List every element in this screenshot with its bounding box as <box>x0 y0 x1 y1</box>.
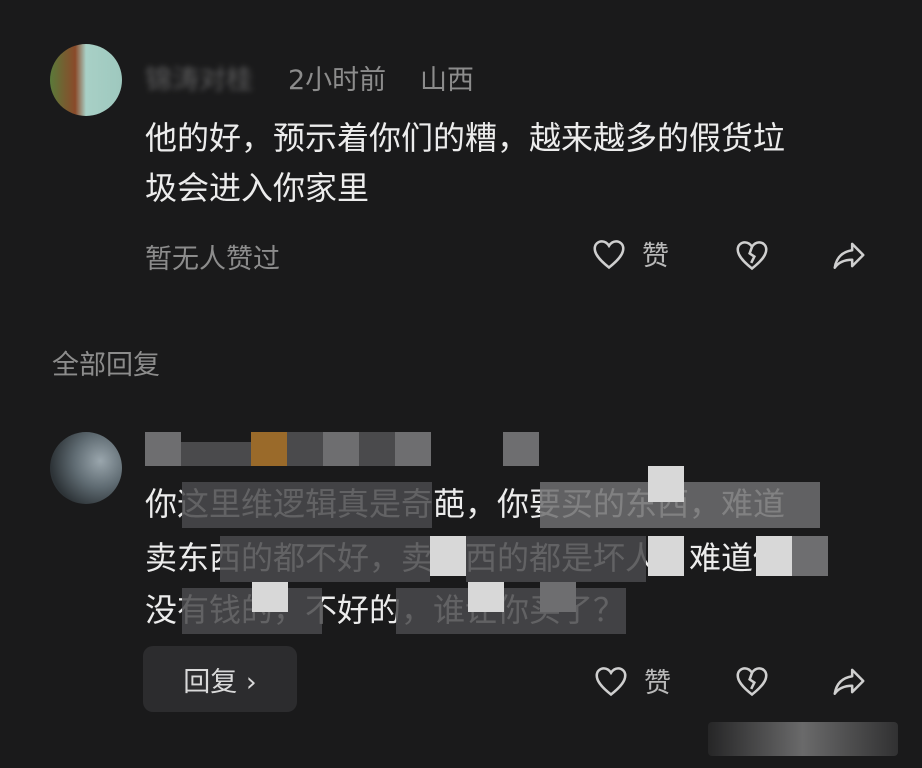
reply-username-redacted <box>145 432 545 466</box>
like-label: 赞 <box>644 668 671 699</box>
like-button[interactable]: 赞 <box>590 234 669 273</box>
comment-text-line2: 圾会进入你家里 <box>145 169 370 207</box>
heart-icon <box>590 235 628 273</box>
avatar[interactable] <box>50 44 122 116</box>
broken-heart-icon[interactable] <box>733 236 771 274</box>
avatar[interactable] <box>50 432 122 504</box>
share-icon[interactable] <box>830 236 868 274</box>
watermark <box>708 722 898 756</box>
likes-status: 暂无人赞过 <box>145 244 280 275</box>
username[interactable]: 锦涛对桂 <box>145 58 275 92</box>
heart-icon <box>592 662 630 700</box>
comment-time: 2小时前 <box>288 65 387 96</box>
comment-text-line1: 他的好，预示着你们的糟，越来越多的假货垃 <box>145 119 786 157</box>
all-replies-heading: 全部回复 <box>52 350 160 381</box>
like-label: 赞 <box>642 241 669 272</box>
reply-button[interactable]: 回复 › <box>143 646 297 712</box>
comment-location: 山西 <box>420 65 474 96</box>
like-button[interactable]: 赞 <box>592 661 671 700</box>
broken-heart-icon[interactable] <box>733 662 771 700</box>
share-icon[interactable] <box>830 662 868 700</box>
